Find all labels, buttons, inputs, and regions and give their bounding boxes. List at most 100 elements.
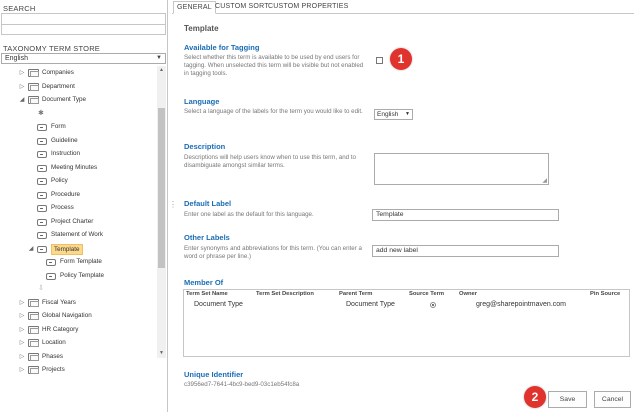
tree-item-label: Policy Template	[60, 271, 104, 279]
term-icon	[37, 151, 47, 158]
other-labels-input[interactable]: add new label	[372, 245, 559, 257]
tree-item-label: Guideline	[51, 136, 78, 144]
tree-item[interactable]: Project Charter	[0, 216, 156, 228]
scrollbar-thumb[interactable]	[158, 108, 165, 268]
folder-icon	[28, 366, 39, 374]
tree-item[interactable]: ▷ HR Category	[0, 324, 156, 336]
term-icon	[37, 124, 47, 131]
pane-splitter-icon[interactable]: ⋮	[169, 200, 177, 209]
search-results-area	[1, 25, 166, 35]
tree-item[interactable]: Form Template	[0, 256, 156, 268]
term-icon	[37, 218, 47, 226]
term-icon	[46, 259, 56, 266]
tree-item[interactable]: ▷ Companies	[0, 67, 156, 79]
tree-item-label: Process	[51, 204, 74, 211]
default-label-description: Enter one label as the default for this …	[184, 211, 314, 218]
folder-icon	[28, 325, 39, 334]
tree-item[interactable]: Form	[0, 121, 156, 133]
other-labels-heading: Other Labels	[184, 233, 230, 242]
tree-item[interactable]: ▷ Global Navigation	[0, 310, 156, 322]
term-store-label: TAXONOMY TERM STORE	[3, 44, 101, 53]
language-select[interactable]: English ▼	[374, 109, 413, 120]
folder-icon	[28, 352, 39, 361]
tree-item[interactable]: Guideline	[0, 135, 156, 147]
expand-icon[interactable]: ▷	[18, 364, 26, 376]
term-icon	[37, 205, 47, 212]
tree-item[interactable]: ◢ Template	[0, 243, 156, 255]
tree-item[interactable]: Meeting Minutes	[0, 162, 156, 174]
tab-custom-properties[interactable]: CUSTOM PROPERTIES	[265, 1, 352, 14]
expand-icon[interactable]: ▷	[18, 67, 26, 79]
tree-item[interactable]: Statement of Work	[0, 229, 156, 241]
tree-item[interactable]: ▷ Phases	[0, 351, 156, 363]
tab-custom-sort[interactable]: CUSTOM SORT	[212, 1, 272, 14]
expand-icon[interactable]: ▷	[18, 351, 26, 363]
tree-item[interactable]: ◢ Document Type	[0, 94, 156, 106]
owner-cell: greg@sharepointmaven.com	[476, 301, 566, 308]
tree-item-label: Document Type	[42, 96, 86, 103]
tree-item[interactable]: Instruction	[0, 148, 156, 160]
collapse-icon[interactable]: ◢	[27, 243, 35, 255]
description-help: Descriptions will help users know when t…	[184, 154, 356, 169]
available-for-tagging-checkbox[interactable]	[376, 57, 383, 64]
tree-item[interactable]: ⇩	[0, 283, 156, 295]
cancel-button[interactable]: Cancel	[594, 391, 631, 408]
folder-icon	[28, 82, 39, 91]
expand-icon[interactable]: ▷	[18, 297, 26, 309]
term-title: Template	[184, 24, 219, 33]
tree-item-label: Form	[51, 123, 66, 130]
default-label-heading: Default Label	[184, 199, 232, 208]
other-labels-description: Enter synonyms and abbreviations for thi…	[184, 245, 362, 260]
tree-item-label: Template	[51, 243, 83, 255]
tree-item[interactable]: Policy	[0, 175, 156, 187]
unique-identifier-value: c3956ed7-7641-4bc9-bed9-03c1eb54fc8a	[184, 381, 300, 388]
folder-icon	[28, 312, 39, 320]
scroll-up-icon[interactable]: ▲	[157, 66, 166, 75]
expand-icon[interactable]: ▷	[18, 310, 26, 322]
tree-item[interactable]: ▷ Department	[0, 81, 156, 93]
collapse-icon[interactable]: ◢	[18, 94, 26, 106]
tree-item-label: Fiscal Years	[42, 298, 76, 306]
language-heading: Language	[184, 97, 220, 106]
search-input[interactable]	[1, 13, 166, 25]
search-label: SEARCH	[3, 4, 36, 13]
tree-item[interactable]: ▷ Projects	[0, 364, 156, 376]
term-store-pane: SEARCH TAXONOMY TERM STORE English ▼ ▷ Co…	[0, 0, 168, 412]
tree-item[interactable]: Policy Template	[0, 270, 156, 282]
scroll-down-icon[interactable]: ▼	[157, 349, 166, 358]
tree-item[interactable]: ▷ Location	[0, 337, 156, 349]
parent-term-cell: Document Type	[346, 301, 395, 308]
term-icon	[37, 232, 47, 239]
chevron-down-icon: ▼	[405, 111, 410, 117]
description-heading: Description	[184, 142, 226, 151]
tab-general[interactable]: GENERAL	[173, 1, 216, 14]
term-store-language-select[interactable]: English ▼	[1, 53, 166, 64]
tree-item[interactable]: Procedure	[0, 189, 156, 201]
term-icon	[37, 191, 47, 199]
folder-icon	[28, 298, 39, 307]
tree-item[interactable]: ✱	[0, 108, 156, 120]
term-icon	[46, 272, 56, 280]
expand-icon[interactable]: ▷	[18, 337, 26, 349]
tree-item[interactable]: ▷ Fiscal Years	[0, 297, 156, 309]
callout-badge-2: 2	[524, 386, 546, 408]
source-term-radio[interactable]	[430, 302, 436, 308]
save-button[interactable]: Save	[548, 391, 587, 408]
member-of-heading: Member Of	[184, 278, 224, 287]
tree-item-label: Meeting Minutes	[51, 163, 98, 171]
language-description: Select a language of the labels for the …	[184, 108, 363, 115]
term-icon	[37, 245, 47, 253]
description-textarea[interactable]: ◢	[374, 153, 549, 185]
unique-identifier-heading: Unique Identifier	[184, 370, 244, 379]
default-label-input[interactable]: Template	[372, 209, 559, 221]
tree-item[interactable]: Process	[0, 202, 156, 214]
term-icon	[37, 178, 47, 185]
tree-item-label: Companies	[42, 69, 74, 76]
tree-item-label: Phases	[42, 352, 64, 360]
tree-item-label: Global Navigation	[42, 312, 92, 319]
expand-icon[interactable]: ▷	[18, 324, 26, 336]
folder-icon	[28, 96, 39, 104]
resize-grip-icon[interactable]: ◢	[542, 177, 547, 184]
tree-item-label: Projects	[42, 366, 65, 373]
expand-icon[interactable]: ▷	[18, 81, 26, 93]
